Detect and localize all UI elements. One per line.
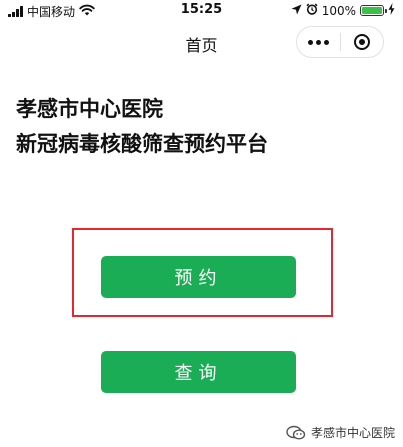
- status-bar-right: 100%: [291, 3, 395, 18]
- battery-icon: [360, 5, 387, 16]
- book-button[interactable]: 预约: [101, 256, 296, 298]
- location-icon: [291, 4, 302, 18]
- miniprogram-capsule: [296, 26, 384, 58]
- miniprogram-close-icon[interactable]: [340, 27, 383, 57]
- wechat-official-account-icon: [286, 425, 306, 441]
- watermark-text: 孝感市中心医院: [310, 426, 395, 440]
- watermark: 孝感市中心医院: [286, 424, 395, 441]
- query-button[interactable]: 查询: [101, 351, 296, 393]
- battery-percent: 100%: [321, 3, 356, 18]
- platform-title: 新冠病毒核酸筛查预约平台: [16, 132, 268, 156]
- more-dots-icon[interactable]: [297, 27, 340, 57]
- nav-bar: 首页: [0, 22, 403, 64]
- alarm-icon: [306, 3, 318, 18]
- status-bar: 中国移动 15:25 100%: [0, 0, 403, 22]
- headline: 孝感市中心医院 新冠病毒核酸筛查预约平台: [16, 92, 268, 162]
- hospital-name: 孝感市中心医院: [16, 97, 163, 121]
- charging-icon: [388, 3, 395, 18]
